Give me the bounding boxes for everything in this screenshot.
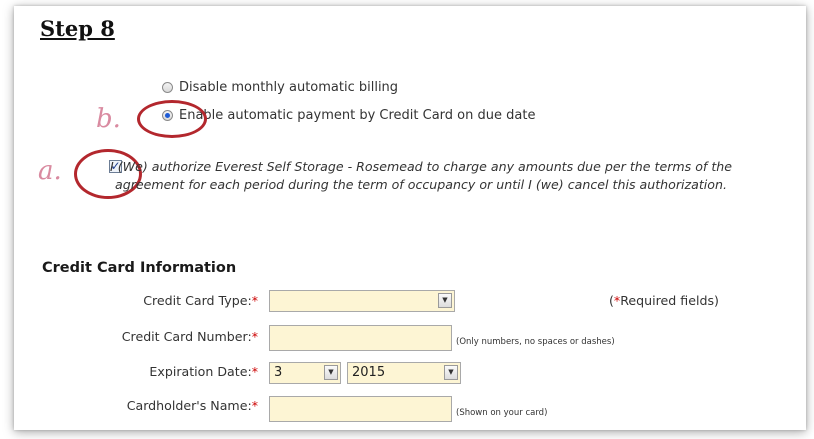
billing-option-enable[interactable]: Enable automatic payment by Credit Card … <box>162 108 535 123</box>
billing-option-disable-label: Disable monthly automatic billing <box>179 80 399 95</box>
card-type-select[interactable]: ▼ <box>269 290 455 312</box>
chevron-down-icon[interactable]: ▼ <box>324 365 338 380</box>
cardholder-name-input[interactable] <box>269 396 452 422</box>
annotation-letter-a: a. <box>38 156 62 186</box>
step-8-panel: Step 8 Disable monthly automatic billing… <box>14 6 806 430</box>
card-number-input[interactable] <box>269 325 452 351</box>
cardholder-name-label: Cardholder's Name:* <box>126 398 258 413</box>
annotation-letter-b: b. <box>96 104 121 134</box>
credit-card-section-title: Credit Card Information <box>42 260 237 276</box>
billing-option-enable-label: Enable automatic payment by Credit Card … <box>179 108 536 123</box>
cardholder-name-hint: (Shown on your card) <box>456 408 548 418</box>
step-title: Step 8 <box>40 16 115 41</box>
expiration-year-select[interactable]: 2015 ▼ <box>347 362 461 384</box>
card-number-hint: (Only numbers, no spaces or dashes) <box>456 337 615 347</box>
annotation-circle-b <box>137 100 207 138</box>
expiration-date-label: Expiration Date:* <box>149 364 258 379</box>
expiration-month-select[interactable]: 3 ▼ <box>269 362 341 384</box>
radio-disable-billing[interactable] <box>162 82 173 93</box>
billing-option-disable[interactable]: Disable monthly automatic billing <box>162 80 398 95</box>
authorization-text: I (We) authorize Everest Self Storage - … <box>109 159 733 192</box>
required-fields-note: (*Required fields) <box>609 293 719 308</box>
card-number-label: Credit Card Number:* <box>121 329 258 344</box>
chevron-down-icon[interactable]: ▼ <box>444 365 458 380</box>
card-type-label: Credit Card Type:* <box>143 293 258 308</box>
chevron-down-icon[interactable]: ▼ <box>438 293 452 308</box>
